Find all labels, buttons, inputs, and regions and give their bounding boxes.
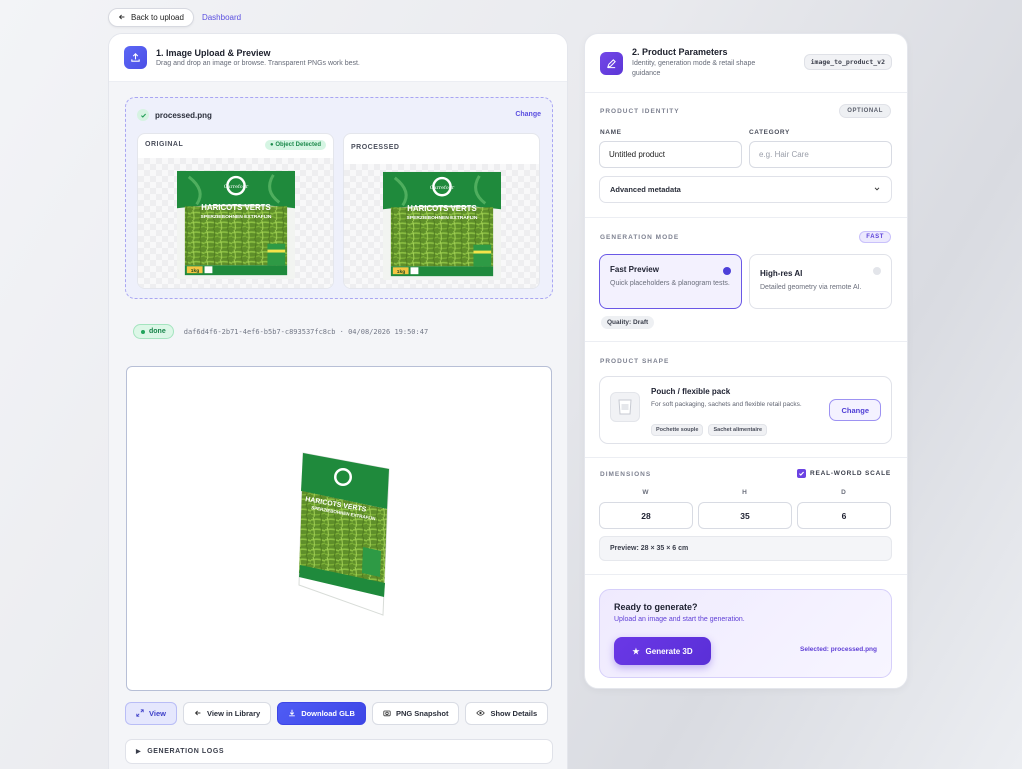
arrow-left-icon [194, 709, 202, 719]
show-details-button[interactable]: Show Details [465, 702, 549, 725]
svg-text:Carrefour: Carrefour [224, 184, 249, 190]
back-to-upload-button[interactable]: Back to upload [108, 8, 194, 27]
processed-preview-card: PROCESSED Carrefour HARICOTS VERTS SPERZ… [343, 133, 540, 289]
upload-panel-subtitle: Drag and drop an image or browse. Transp… [156, 60, 360, 67]
pipeline-code-chip: image_to_product_v2 [803, 54, 892, 70]
original-label: ORIGINAL [145, 141, 184, 148]
svg-text:SPERZIEBOHNEN EXTRAFIJN: SPERZIEBOHNEN EXTRAFIJN [201, 214, 272, 220]
svg-text:1kg: 1kg [397, 269, 405, 275]
generation-mode-heading: GENERATION MODE [600, 234, 680, 241]
download-glb-button[interactable]: Download GLB [277, 702, 366, 725]
change-file-link[interactable]: Change [515, 111, 541, 118]
view-in-library-button[interactable]: View in Library [182, 702, 272, 725]
height-label: H [742, 489, 747, 496]
advanced-metadata-toggle[interactable]: Advanced metadata [599, 176, 892, 203]
arrow-left-icon [118, 13, 126, 23]
fast-chip: FAST [859, 231, 891, 243]
camera-icon [383, 709, 391, 719]
change-shape-button[interactable]: Change [829, 399, 881, 421]
processed-product-image: Carrefour HARICOTS VERTS SPERZIEBOHNEN E… [383, 170, 501, 282]
3d-model-viewer[interactable]: HARICOTS VERTS SPERZIEBOHNEN EXTRAFIJN [126, 366, 552, 691]
processed-label: PROCESSED [351, 144, 400, 151]
shape-tag: Pochette souple [651, 424, 704, 436]
radio-unselected-icon [873, 267, 881, 275]
pencil-icon [600, 51, 623, 75]
parameters-panel-title: 2. Product Parameters [632, 47, 728, 58]
svg-text:Carrefour: Carrefour [430, 185, 455, 191]
name-label: NAME [600, 129, 622, 136]
pouch-icon [610, 392, 640, 422]
parameters-panel-subtitle: Identity, generation mode & retail shape… [632, 60, 756, 77]
caret-right-icon: ▶ [136, 749, 142, 755]
upload-icon [124, 46, 147, 69]
dimensions-heading: DIMENSIONS [600, 471, 652, 478]
quality-badge: Quality: Draft [601, 316, 655, 329]
status-badge: done [133, 324, 174, 339]
product-shape-card: Pouch / flexible pack For soft packaging… [599, 376, 892, 444]
3d-product-model: HARICOTS VERTS SPERZIEBOHNEN EXTRAFIJN [298, 452, 390, 616]
product-identity-heading: PRODUCT IDENTITY [600, 108, 680, 115]
width-input[interactable]: 28 [599, 502, 693, 529]
selected-file-text: Selected: processed.png [800, 646, 877, 653]
parameters-panel-header: 2. Product Parameters Identity, generati… [585, 34, 907, 93]
fast-preview-option[interactable]: Fast Preview Quick placeholders & planog… [599, 254, 742, 309]
svg-text:HARICOTS VERTS: HARICOTS VERTS [407, 204, 476, 213]
svg-text:HARICOTS VERTS: HARICOTS VERTS [201, 203, 270, 212]
download-icon [288, 709, 296, 719]
generation-logs-toggle[interactable]: ▶ GENERATION LOGS [125, 739, 553, 764]
optional-chip: OPTIONAL [839, 104, 891, 118]
generate-3d-button[interactable]: ★ Generate 3D [614, 637, 711, 665]
radio-selected-icon [723, 267, 731, 275]
star-icon: ★ [632, 646, 640, 656]
shape-description: For soft packaging, sachets and flexible… [651, 401, 802, 408]
eye-icon [476, 709, 486, 719]
png-snapshot-button[interactable]: PNG Snapshot [371, 702, 460, 725]
svg-text:1kg: 1kg [191, 268, 199, 274]
category-input[interactable]: e.g. Hair Care [749, 141, 892, 168]
dimensions-preview: Preview: 28 × 35 × 6 cm [599, 536, 892, 561]
file-name: processed.png [155, 110, 212, 120]
product-shape-heading: PRODUCT SHAPE [600, 358, 670, 365]
original-preview-card: ORIGINAL ● Object Detected Carrefour HAR… [137, 133, 334, 289]
image-upload-panel: 1. Image Upload & Preview Drag and drop … [108, 33, 568, 769]
chevron-down-icon [873, 185, 881, 195]
category-label: CATEGORY [749, 129, 790, 136]
upload-panel-title: 1. Image Upload & Preview [156, 48, 271, 58]
job-info: daf6d4f6-2b71-4ef6-b5b7-c893537fc8cb · 0… [183, 327, 429, 336]
object-detected-badge: ● Object Detected [265, 140, 326, 150]
depth-label: D [841, 489, 846, 496]
image-dropzone[interactable]: processed.png Change ORIGINAL ● Object D… [125, 97, 553, 299]
depth-input[interactable]: 6 [797, 502, 891, 529]
back-label: Back to upload [131, 13, 184, 22]
shape-title: Pouch / flexible pack [651, 387, 731, 396]
view-button[interactable]: View [125, 702, 177, 725]
width-label: W [642, 489, 649, 496]
dashboard-link[interactable]: Dashboard [202, 13, 241, 22]
real-world-scale-checkbox[interactable]: REAL-WORLD SCALE [796, 469, 891, 478]
high-res-ai-option[interactable]: High-res AI Detailed geometry via remote… [749, 254, 892, 309]
shape-tag: Sachet alimentaire [708, 424, 768, 436]
name-input[interactable]: Untitled product [599, 141, 742, 168]
product-parameters-panel: 2. Product Parameters Identity, generati… [584, 33, 908, 689]
expand-icon [136, 708, 144, 719]
ready-title: Ready to generate? [614, 602, 698, 612]
upload-panel-header: 1. Image Upload & Preview Drag and drop … [109, 34, 567, 82]
check-icon [137, 109, 149, 121]
ready-to-generate-card: Ready to generate? Upload an image and s… [599, 589, 892, 678]
original-product-image: Carrefour HARICOTS VERTS SPERZIEBOHNEN E… [177, 169, 295, 281]
svg-text:SPERZIEBOHNEN EXTRAFIJN: SPERZIEBOHNEN EXTRAFIJN [407, 215, 478, 221]
height-input[interactable]: 35 [698, 502, 792, 529]
ready-subtitle: Upload an image and start the generation… [614, 616, 745, 623]
checkbox-checked-icon [796, 469, 806, 478]
